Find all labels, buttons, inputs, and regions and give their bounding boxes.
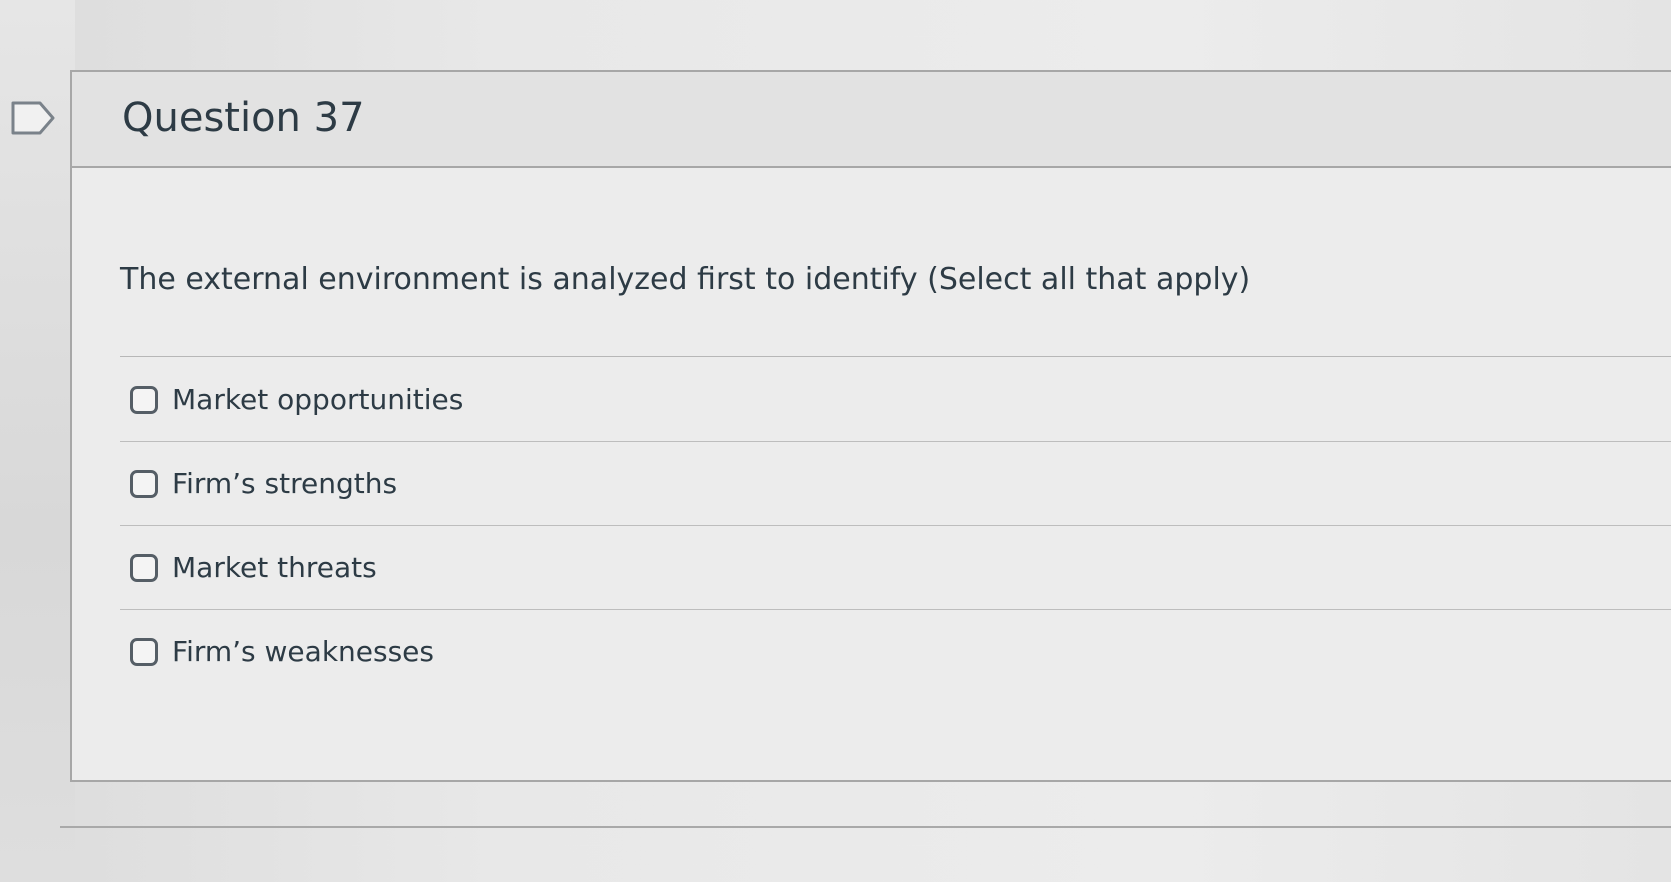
answer-option-market-opportunities[interactable]: Market opportunities — [120, 358, 1671, 442]
question-divider — [120, 356, 1671, 357]
checkbox-unchecked-icon[interactable] — [130, 469, 158, 498]
answer-option-firms-weaknesses[interactable]: Firm’s weaknesses — [120, 610, 1671, 694]
question-title: Question 37 — [122, 95, 365, 141]
flag-question-icon[interactable] — [10, 100, 56, 136]
answer-label: Firm’s weaknesses — [172, 635, 434, 668]
answer-label: Firm’s strengths — [172, 466, 398, 500]
checkbox-unchecked-icon[interactable] — [130, 638, 158, 666]
checkbox-unchecked-icon[interactable] — [130, 385, 158, 414]
answer-label: Market opportunities — [172, 382, 464, 416]
question-text: The external environment is analyzed fir… — [120, 262, 1251, 297]
answer-label: Market threats — [172, 550, 377, 584]
next-question-divider — [60, 826, 1671, 828]
answer-option-market-threats[interactable]: Market threats — [120, 526, 1671, 610]
answer-option-firms-strengths[interactable]: Firm’s strengths — [120, 442, 1671, 526]
question-card: Question 37 The external environment is … — [70, 70, 1671, 782]
checkbox-unchecked-icon[interactable] — [130, 553, 158, 582]
answer-list: Market opportunities Firm’s strengths Ma… — [120, 358, 1671, 694]
question-header: Question 37 — [72, 72, 1671, 168]
